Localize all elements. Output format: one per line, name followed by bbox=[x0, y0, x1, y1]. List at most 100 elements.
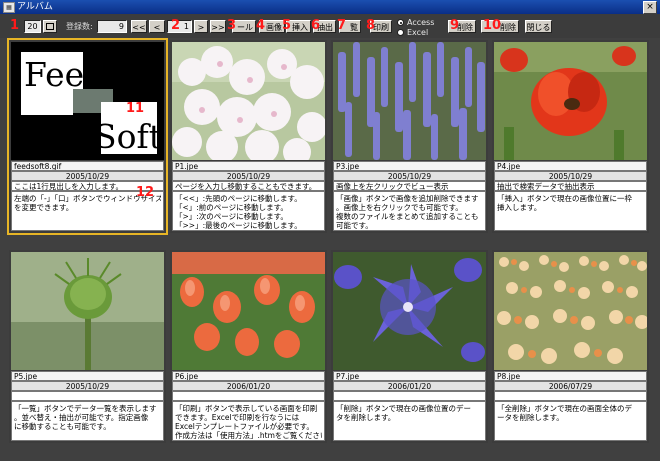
bellflower-photo bbox=[333, 252, 486, 370]
card-description[interactable]: 「一覧」ボタンでデータ一覧を表示します 。並べ替え・抽出が可能です。指定画像 に… bbox=[11, 401, 164, 441]
salvia-photo bbox=[333, 42, 486, 160]
marker-9: 9 bbox=[450, 18, 460, 33]
prev-page-button[interactable]: < bbox=[149, 20, 165, 33]
close-button[interactable]: 閉じる bbox=[525, 20, 552, 33]
card-image-blue-bellflower[interactable] bbox=[333, 252, 486, 370]
card-caption[interactable] bbox=[333, 391, 486, 401]
album-card-3[interactable]: P3.jpe 2005/10/29 画像上を左クリックでビュー表示 「画像」ボタ… bbox=[331, 40, 488, 233]
album-card-5[interactable]: P5.jpe 2005/10/29 「一覧」ボタンでデータ一覧を表示します 。並… bbox=[9, 250, 166, 443]
marker-11: 11 bbox=[126, 101, 145, 116]
card-image-tulip-field[interactable] bbox=[494, 252, 647, 370]
card-image-red-tulip[interactable] bbox=[494, 42, 647, 160]
close-window-button[interactable]: × bbox=[643, 1, 657, 14]
album-card-4[interactable]: P4.jpe 2005/10/29 抽出で検索データで抽出表示 「挿入」ボタンで… bbox=[492, 40, 649, 233]
desc-line: ータを削除します。 bbox=[497, 413, 564, 422]
file-name: P8.jpe bbox=[494, 371, 647, 381]
marker-6: 6 bbox=[311, 18, 321, 33]
card-caption[interactable]: 画像上を左クリックでビュー表示 bbox=[333, 181, 486, 191]
desc-line: 。画像上を右クリックでも可能です。 bbox=[336, 203, 463, 212]
desc-line: 「画像」ボタンで画像を追加削除できます bbox=[336, 194, 479, 203]
card-image-orange-tulips[interactable] bbox=[172, 252, 325, 370]
green-bud-photo bbox=[11, 252, 164, 370]
desc-line: 複数のファイルをまとめて追加することも bbox=[336, 212, 479, 221]
radio-access-label: Access bbox=[407, 18, 435, 27]
orange-tulips-photo bbox=[172, 252, 325, 370]
album-card-8[interactable]: P8.jpe 2006/07/29 「全削除」ボタンで現在の画面全体のデ ータを… bbox=[492, 250, 649, 443]
desc-line: 「<<」:先頭のページに移動します。 bbox=[175, 194, 302, 203]
file-name: P3.jpe bbox=[333, 161, 486, 171]
white-blossom-photo bbox=[172, 42, 325, 160]
radio-access-option[interactable]: Access bbox=[397, 18, 434, 28]
file-date: 2005/10/29 bbox=[333, 171, 486, 181]
file-name: feedsoft8.gif bbox=[11, 161, 164, 171]
card-image-purple-flowers[interactable] bbox=[333, 42, 486, 160]
marker-10: 10 bbox=[483, 18, 502, 33]
desc-line: 「<」:前のページに移動します。 bbox=[175, 203, 288, 212]
marker-1: 1 bbox=[10, 18, 20, 33]
desc-line: 。並べ替え・抽出が可能です。指定画像 bbox=[14, 413, 149, 422]
desc-line: 挿入します。 bbox=[497, 203, 542, 212]
desc-line: できます。Excelで印刷を行なうには bbox=[175, 413, 300, 422]
square-icon bbox=[46, 23, 54, 30]
card-description[interactable]: 「挿入」ボタンで現在の画像位置に一枠 挿入します。 bbox=[494, 191, 647, 231]
card-caption[interactable] bbox=[172, 391, 325, 401]
desc-line: 可能です。 bbox=[336, 221, 373, 230]
radio-excel-option[interactable]: Excel bbox=[397, 28, 428, 38]
desc-line: 作成方法は「使用方法」.htmをご覧ください bbox=[175, 431, 322, 440]
card-description[interactable]: 「<<」:先頭のページに移動します。 「<」:前のページに移動します。 「>」:… bbox=[172, 191, 325, 231]
last-page-button[interactable]: >> bbox=[210, 20, 226, 33]
window-title: アルバム bbox=[17, 2, 53, 12]
desc-line: タを削除します。 bbox=[336, 413, 396, 422]
file-date: 2006/01/20 bbox=[333, 381, 486, 391]
file-date: 2005/10/29 bbox=[11, 171, 164, 181]
file-date: 2006/01/20 bbox=[172, 381, 325, 391]
card-caption[interactable]: 抽出で検索データで抽出表示 bbox=[494, 181, 647, 191]
desc-line: 「印刷」ボタンで表示している画面を印刷 bbox=[175, 404, 318, 413]
marker-4: 4 bbox=[256, 18, 266, 33]
desc-line: 「>」:次のページに移動します。 bbox=[175, 212, 288, 221]
card-image-green-bud[interactable] bbox=[11, 252, 164, 370]
album-card-2[interactable]: P1.jpe 2005/10/29 ページを入力し移動することもできます。 「<… bbox=[170, 40, 327, 233]
file-name: P1.jpe bbox=[172, 161, 325, 171]
desc-line: を変更できます。 bbox=[14, 203, 74, 212]
desc-line: 「一覧」ボタンでデータ一覧を表示します bbox=[14, 404, 157, 413]
display-count-field[interactable]: 20 bbox=[24, 20, 41, 33]
card-caption[interactable]: ページを入力し移動することもできます。 bbox=[172, 181, 325, 191]
desc-line: 「>>」:最後のページに移動します。 bbox=[175, 221, 302, 230]
title-bar: ▦ アルバム × bbox=[0, 0, 660, 14]
card-caption[interactable] bbox=[11, 391, 164, 401]
card-description[interactable]: 「削除」ボタンで現在の画像位置のデー タを削除します。 bbox=[333, 401, 486, 441]
desc-line: Excelテンプレートファイルが必要です。 bbox=[175, 422, 314, 431]
file-name: P4.jpe bbox=[494, 161, 647, 171]
card-image-logo[interactable]: Feed Soft 11 bbox=[11, 42, 164, 160]
card-caption[interactable] bbox=[494, 391, 647, 401]
file-date: 2005/10/29 bbox=[494, 171, 647, 181]
card-description[interactable]: 「全削除」ボタンで現在の画面全体のデ ータを削除します。 bbox=[494, 401, 647, 441]
card-description[interactable]: 「画像」ボタンで画像を追加削除できます 。画像上を右クリックでも可能です。 複数… bbox=[333, 191, 486, 231]
file-name: P5.jpe bbox=[11, 371, 164, 381]
next-page-button[interactable]: > bbox=[194, 20, 208, 33]
album-window: ▦ アルバム × 1 20 登録数: 9 << < 1 2 > >> ール 3 … bbox=[0, 0, 660, 461]
file-date: 2005/10/29 bbox=[11, 381, 164, 391]
album-card-7[interactable]: P7.jpe 2006/01/20 「削除」ボタンで現在の画像位置のデー タを削… bbox=[331, 250, 488, 443]
radio-access-dot[interactable] bbox=[397, 19, 404, 26]
album-card-6[interactable]: P6.jpe 2006/01/20 「印刷」ボタンで表示している画面を印刷 でき… bbox=[170, 250, 327, 443]
desc-line: に移動することも可能です。 bbox=[14, 422, 111, 431]
toolbar: 1 20 登録数: 9 << < 1 2 > >> ール 3 画像 4 挿入 5… bbox=[0, 14, 660, 38]
card-image-white-flowers[interactable] bbox=[172, 42, 325, 160]
file-name: P6.jpe bbox=[172, 371, 325, 381]
registered-count-label: 登録数: bbox=[66, 22, 93, 31]
app-icon: ▦ bbox=[3, 2, 15, 13]
album-card-1[interactable]: Feed Soft 11 feedsoft8.gif 2005/10/29 ここ… bbox=[7, 38, 168, 235]
window-size-button[interactable] bbox=[43, 20, 57, 33]
file-date: 2005/10/29 bbox=[172, 171, 325, 181]
marker-3: 3 bbox=[227, 18, 237, 33]
tulip-field-photo bbox=[494, 252, 647, 370]
file-name: P7.jpe bbox=[333, 371, 486, 381]
card-description[interactable]: 「印刷」ボタンで表示している画面を印刷 できます。Excelで印刷を行なうには … bbox=[172, 401, 325, 441]
marker-7: 7 bbox=[337, 18, 347, 33]
first-page-button[interactable]: << bbox=[131, 20, 147, 33]
radio-excel-dot[interactable] bbox=[397, 29, 404, 36]
desc-line: 「削除」ボタンで現在の画像位置のデー bbox=[336, 404, 471, 413]
desc-line: 「挿入」ボタンで現在の画像位置に一枠 bbox=[497, 194, 632, 203]
